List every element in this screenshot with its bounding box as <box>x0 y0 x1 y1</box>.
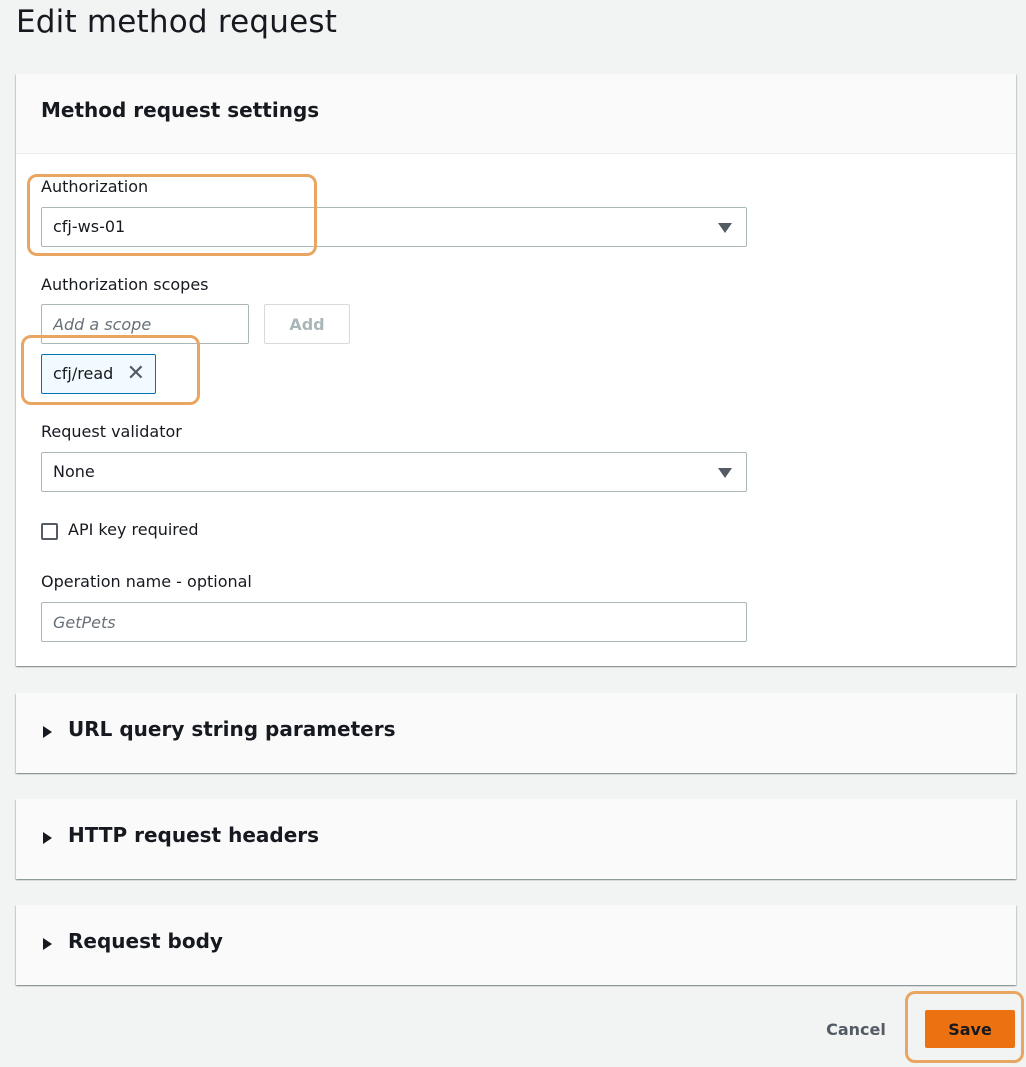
authorization-select[interactable]: cfj-ws-01 <box>41 207 747 247</box>
api-key-label: API key required <box>68 520 199 539</box>
scope-token-label: cfj/read <box>53 364 114 383</box>
operation-name-input[interactable] <box>41 602 747 642</box>
caret-down-icon <box>718 223 732 233</box>
settings-heading: Method request settings <box>41 98 320 122</box>
scope-token: cfj/read ✕ <box>41 354 156 394</box>
request-validator-select[interactable]: None <box>41 452 747 492</box>
caret-right-icon <box>43 938 52 950</box>
save-button[interactable]: Save <box>925 1010 1015 1048</box>
request-validator-value: None <box>53 462 95 481</box>
caret-down-icon <box>718 468 732 478</box>
authorization-label: Authorization <box>41 177 149 196</box>
section-http-request-headers[interactable]: HTTP request headers <box>16 799 1016 879</box>
cancel-button[interactable]: Cancel <box>816 1010 896 1048</box>
authorization-value: cfj-ws-01 <box>53 217 126 236</box>
page-title: Edit method request <box>16 4 338 40</box>
close-icon[interactable]: ✕ <box>127 363 145 385</box>
section-url-query-string-parameters[interactable]: URL query string parameters <box>16 693 1016 773</box>
method-request-settings-panel: Method request settings Authorization cf… <box>16 74 1016 666</box>
scope-input[interactable] <box>41 304 249 344</box>
add-scope-button[interactable]: Add <box>264 304 350 344</box>
section-request-body[interactable]: Request body <box>16 905 1016 985</box>
request-validator-label: Request validator <box>41 422 182 441</box>
section-title: Request body <box>68 929 223 953</box>
caret-right-icon <box>43 832 52 844</box>
caret-right-icon <box>43 726 52 738</box>
section-title: HTTP request headers <box>68 823 320 847</box>
operation-name-label: Operation name - optional <box>41 572 252 591</box>
section-title: URL query string parameters <box>68 717 396 741</box>
api-key-checkbox[interactable] <box>41 523 58 540</box>
settings-header: Method request settings <box>16 74 1016 154</box>
authorization-scopes-label: Authorization scopes <box>41 275 209 294</box>
